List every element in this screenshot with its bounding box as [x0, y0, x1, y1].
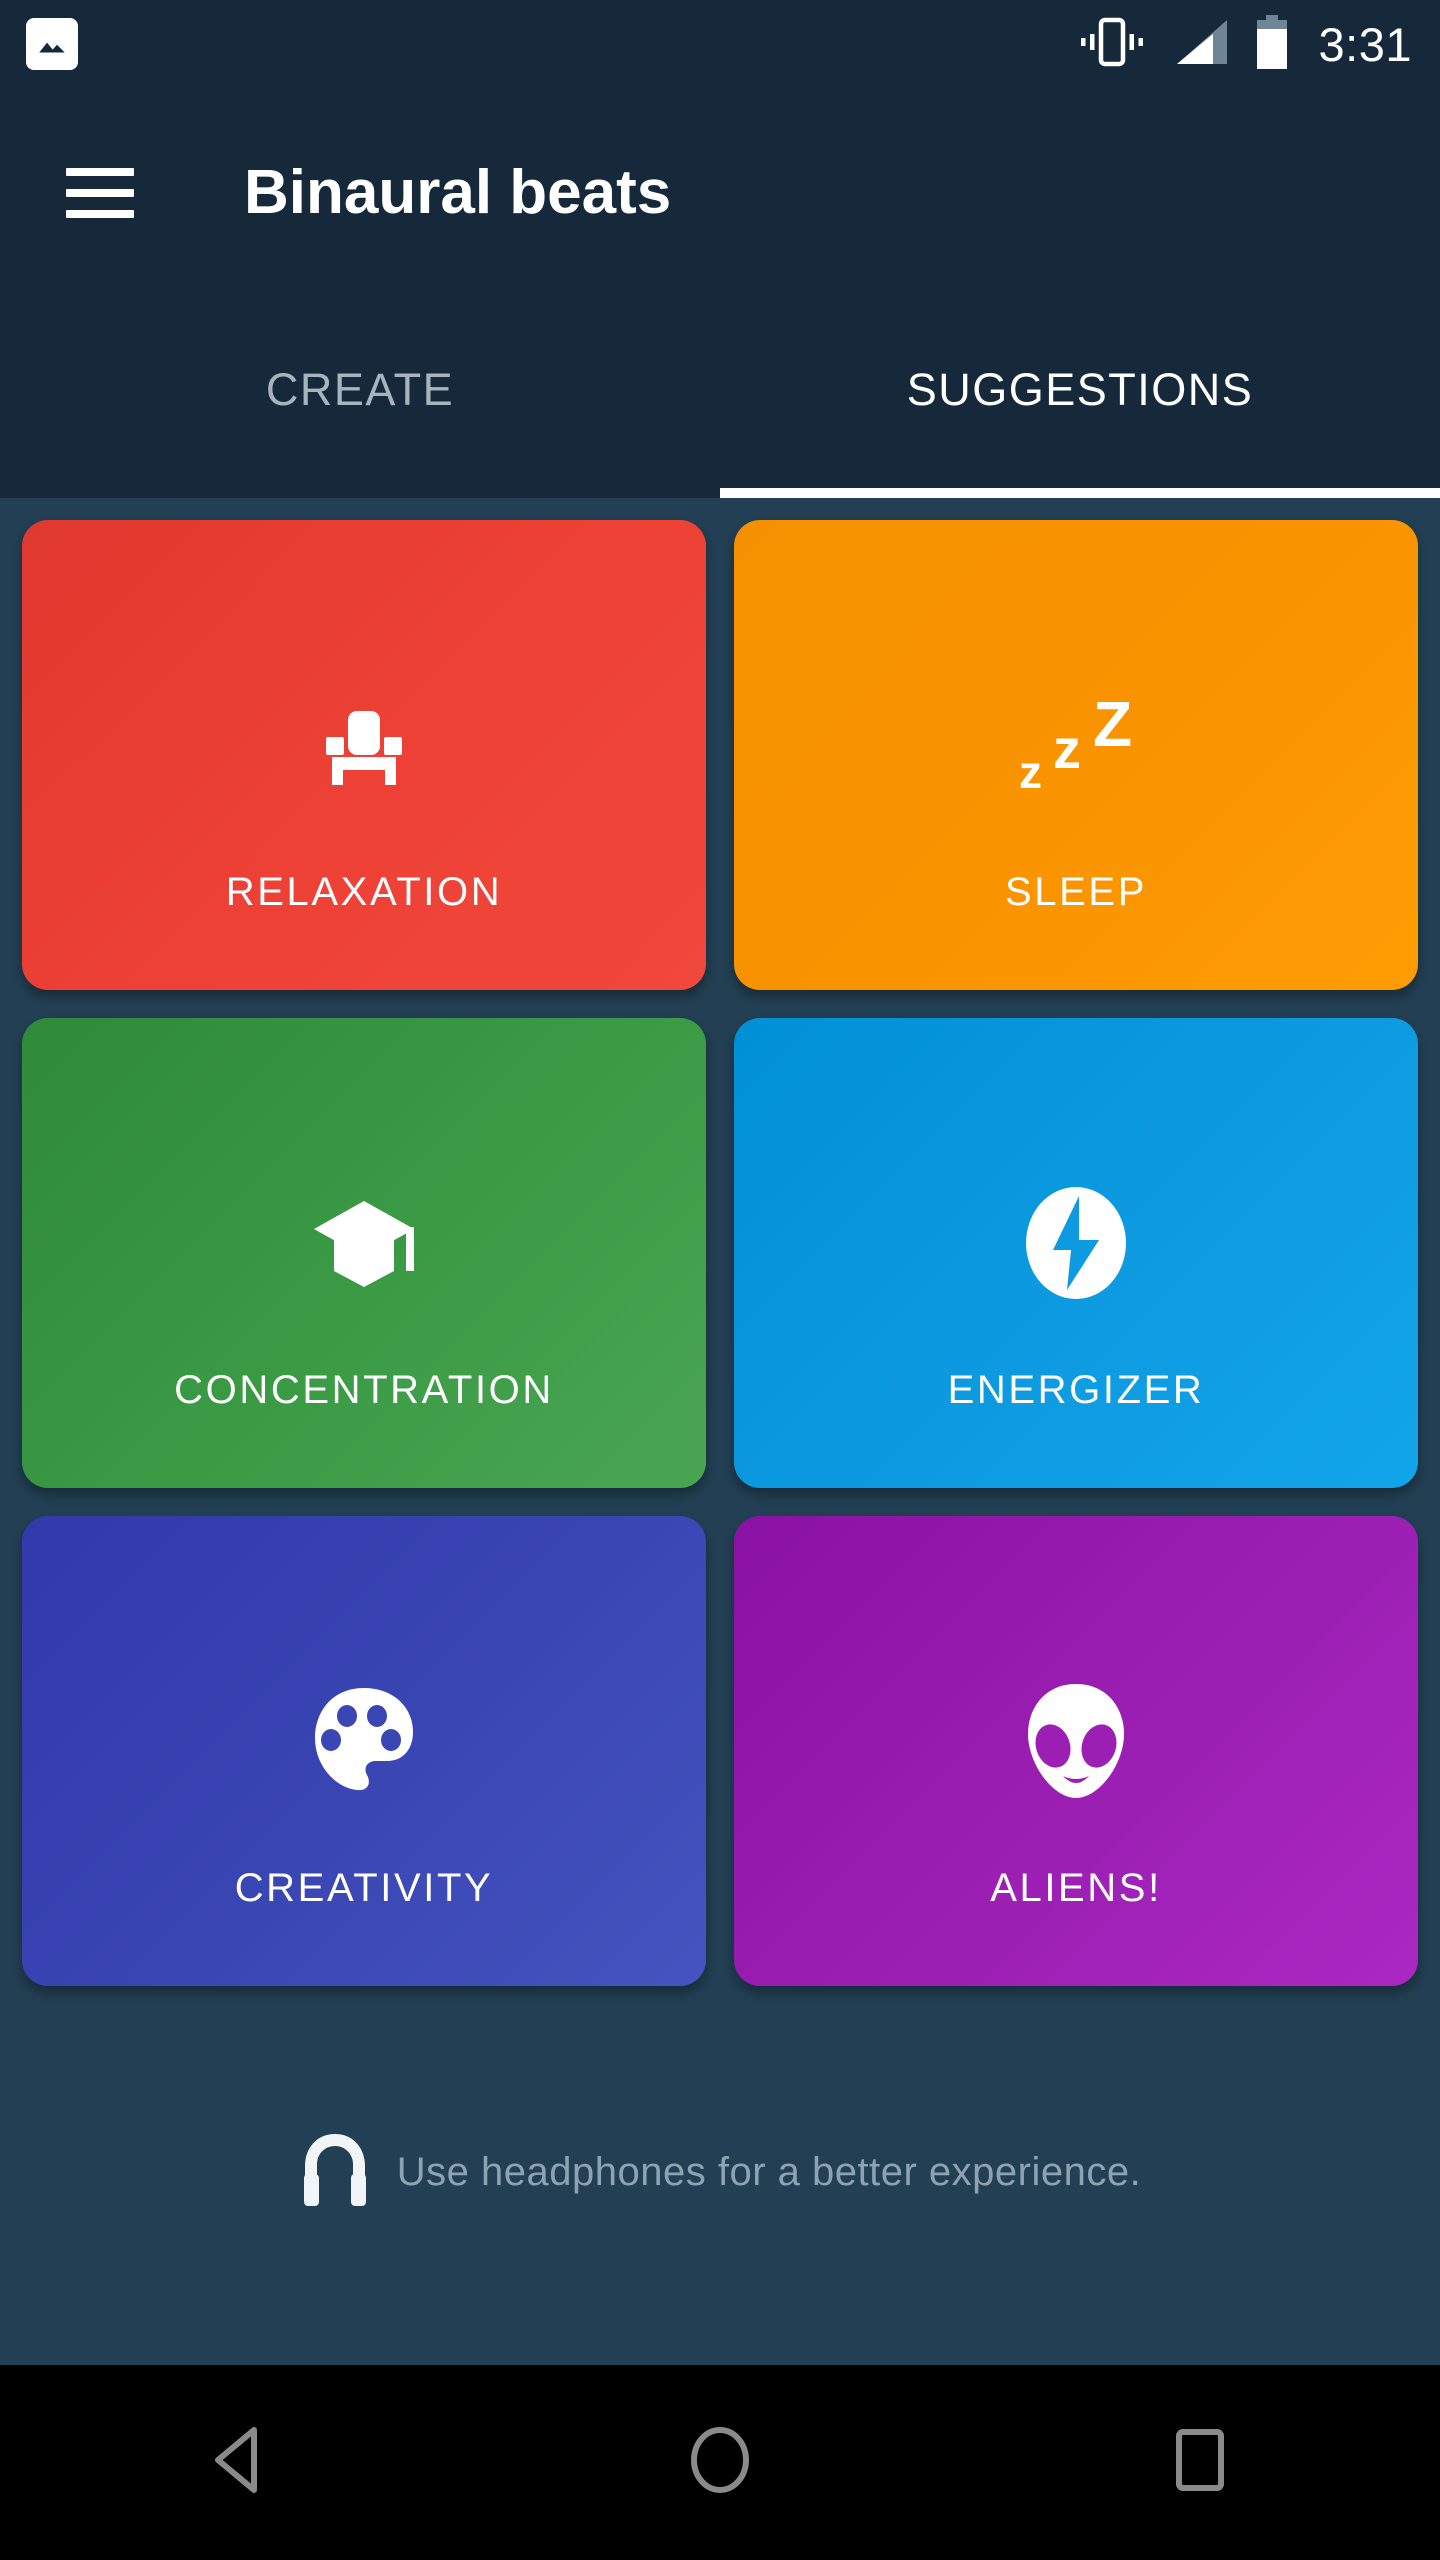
status-bar-clock: 3:31 — [1318, 17, 1412, 71]
hamburger-menu-icon[interactable] — [66, 159, 134, 227]
suggestion-card-energizer[interactable]: ENERGIZER — [734, 1018, 1418, 1488]
suggestion-card-concentration[interactable]: CONCENTRATION — [22, 1018, 706, 1488]
graduation-cap-icon — [308, 1168, 420, 1318]
suggestion-card-label: SLEEP — [1005, 870, 1147, 914]
armchair-icon — [312, 670, 416, 820]
suggestion-card-creativity[interactable]: CREATIVITY — [22, 1516, 706, 1986]
tab-create-label: CREATE — [265, 364, 455, 415]
vibrate-icon — [1077, 16, 1147, 73]
back-button[interactable] — [150, 2403, 330, 2523]
suggestion-card-relaxation[interactable]: RELAXATION — [22, 520, 706, 990]
status-bar-right: 3:31 — [1077, 14, 1412, 74]
tab-bar: CREATE SUGGESTIONS — [0, 298, 1440, 498]
status-bar: 3:31 — [0, 0, 1440, 88]
svg-text:z: z — [1019, 746, 1042, 798]
square-recents-icon — [1169, 2424, 1231, 2501]
suggestion-card-label: CONCENTRATION — [174, 1368, 554, 1412]
hamburger-line — [66, 189, 134, 197]
suggestion-card-label: ENERGIZER — [947, 1368, 1205, 1412]
headphones-icon — [299, 2130, 371, 2213]
home-button[interactable] — [630, 2403, 810, 2523]
hamburger-line — [66, 168, 134, 176]
suggestion-card-aliens[interactable]: ALIENS! — [734, 1516, 1418, 1986]
image-notification-icon — [26, 18, 78, 70]
zzz-sleep-icon: z z Z — [1011, 670, 1141, 820]
phone-screen: 3:31 Binaural beats CREATE SUGGESTIONS R… — [0, 0, 1440, 2560]
tab-suggestions[interactable]: SUGGESTIONS — [720, 298, 1440, 498]
hamburger-line — [66, 210, 134, 218]
headphones-hint: Use headphones for a better experience. — [22, 2130, 1418, 2213]
status-bar-left — [26, 18, 78, 70]
circle-home-icon — [687, 2424, 753, 2501]
app-title: Binaural beats — [244, 158, 672, 227]
suggestion-card-label: ALIENS! — [990, 1866, 1162, 1910]
app-bar: Binaural beats — [0, 88, 1440, 298]
suggestion-card-sleep[interactable]: z z Z SLEEP — [734, 520, 1418, 990]
svg-text:z: z — [1053, 717, 1081, 780]
triangle-back-icon — [208, 2424, 272, 2501]
tab-suggestions-label: SUGGESTIONS — [906, 364, 1254, 415]
suggestion-card-label: CREATIVITY — [234, 1866, 494, 1910]
android-navigation-bar — [0, 2365, 1440, 2560]
tab-create[interactable]: CREATE — [0, 298, 720, 498]
tab-active-indicator — [720, 488, 1440, 498]
suggestions-content: RELAXATION z z Z SLEEP CONCENTRATION ENE… — [0, 498, 1440, 2365]
battery-icon — [1255, 14, 1289, 74]
headphones-hint-text: Use headphones for a better experience. — [396, 2149, 1142, 2194]
paint-palette-icon — [309, 1666, 419, 1816]
suggestions-grid: RELAXATION z z Z SLEEP CONCENTRATION ENE… — [22, 520, 1418, 1986]
signal-icon — [1173, 16, 1229, 73]
lightning-bolt-icon — [1023, 1168, 1129, 1318]
svg-text:Z: Z — [1093, 690, 1132, 760]
suggestion-card-label: RELAXATION — [225, 870, 503, 914]
alien-head-icon — [1023, 1666, 1129, 1816]
recents-button[interactable] — [1110, 2403, 1290, 2523]
